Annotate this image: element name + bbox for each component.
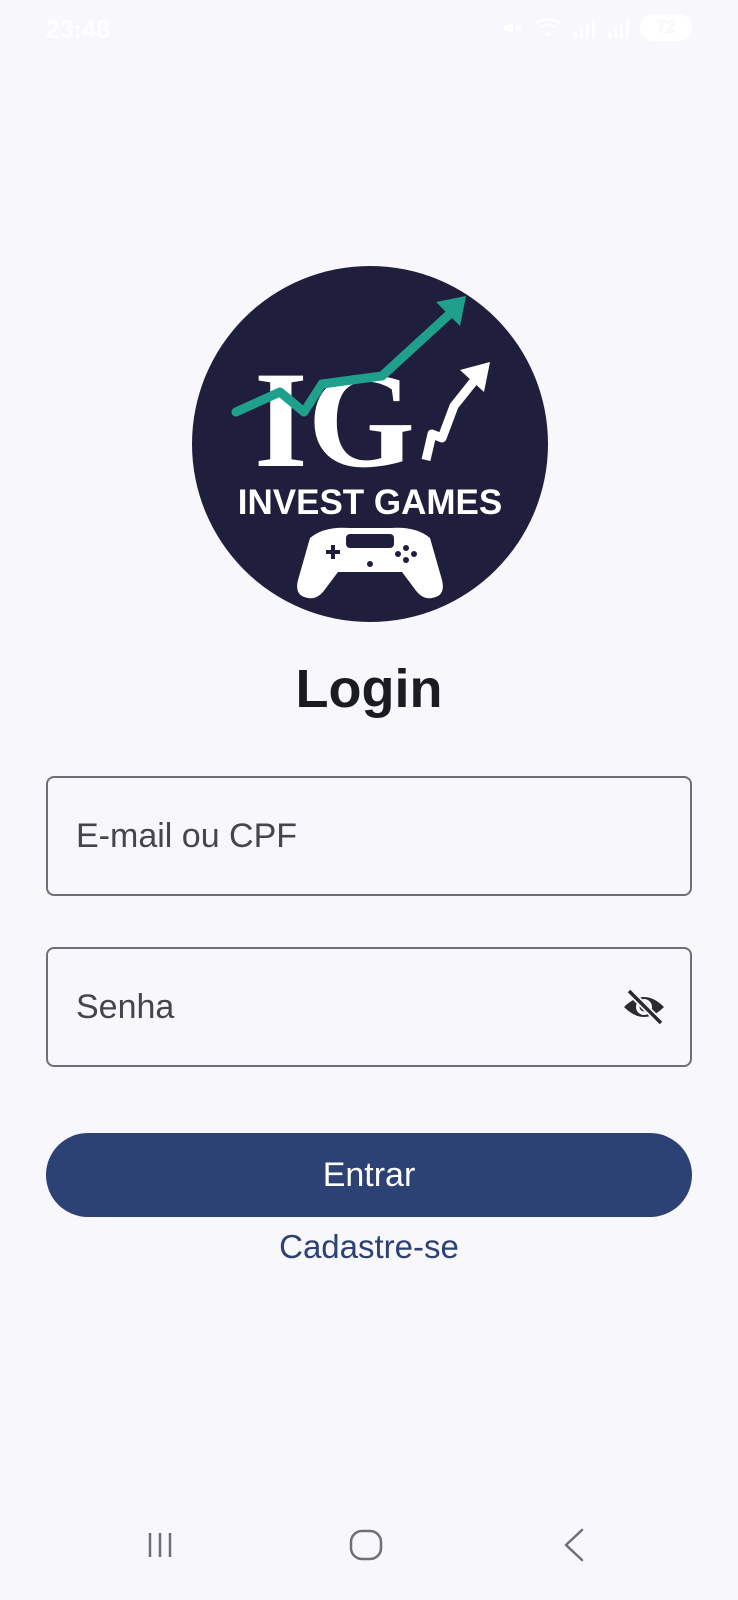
wifi-icon (534, 16, 562, 40)
recent-apps-icon[interactable] (130, 1520, 190, 1570)
home-icon[interactable] (336, 1520, 396, 1570)
system-nav-bar (0, 1490, 738, 1600)
eye-off-icon[interactable] (620, 985, 668, 1029)
password-field[interactable] (46, 947, 692, 1067)
signal-icon (572, 16, 596, 40)
page-title: Login (295, 659, 443, 719)
back-icon[interactable] (544, 1520, 604, 1570)
email-input[interactable] (76, 778, 616, 894)
app-logo: IG INVEST GAMES (192, 266, 548, 622)
password-input[interactable] (76, 949, 616, 1065)
login-screen: 23:48 72 IG INVEST GAMES Login E-mail ou… (0, 0, 738, 1600)
battery-icon: 72 (640, 14, 692, 41)
status-icons: 72 (500, 14, 692, 41)
status-time: 23:48 (46, 16, 110, 44)
signal-icon (606, 16, 630, 40)
login-button[interactable]: Entrar (46, 1133, 692, 1217)
mute-icon (500, 16, 524, 40)
signup-link[interactable]: Cadastre-se (0, 1228, 738, 1266)
logo-brand-name: INVEST GAMES (238, 483, 502, 522)
email-field[interactable] (46, 776, 692, 896)
status-bar: 23:48 72 (0, 0, 738, 60)
